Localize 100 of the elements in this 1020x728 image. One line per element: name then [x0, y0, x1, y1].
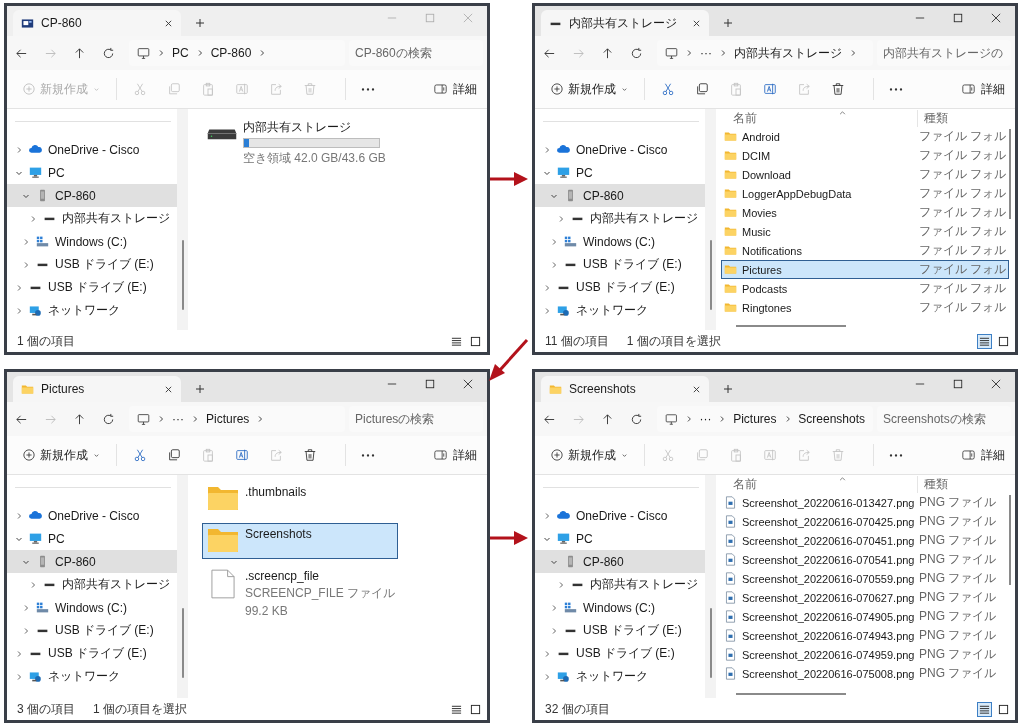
file-row[interactable]: Android ファイル フォル — [721, 127, 1009, 146]
scrollbar[interactable] — [709, 608, 712, 678]
new-tab-icon[interactable] — [195, 384, 205, 394]
chevron-right-icon[interactable] — [22, 603, 30, 612]
chevron-right-icon[interactable] — [543, 283, 551, 292]
file-row[interactable]: Music ファイル フォル — [721, 222, 1009, 241]
close-icon[interactable] — [991, 13, 1001, 23]
tree-item[interactable]: ネットワーク — [7, 665, 177, 688]
breadcrumb[interactable]: CP-860 — [210, 46, 252, 60]
breadcrumb[interactable]: 内部共有ストレージ — [734, 44, 842, 62]
file-row[interactable]: Notifications ファイル フォル — [721, 241, 1009, 260]
file-row[interactable]: Screenshot_20220616-070541.png PNG ファイル — [721, 550, 1009, 569]
up-icon[interactable] — [601, 46, 614, 60]
close-icon[interactable] — [463, 379, 473, 389]
tree-item[interactable]: Windows (C:) — [535, 230, 705, 253]
file-row[interactable]: Podcasts ファイル フォル — [721, 279, 1009, 298]
up-icon[interactable] — [73, 412, 86, 426]
file-row[interactable]: Pictures ファイル フォル — [721, 260, 1009, 279]
scrollbar[interactable] — [1009, 129, 1011, 219]
chevron-right-icon[interactable] — [543, 145, 551, 154]
chevron-right-icon[interactable] — [550, 237, 558, 246]
tab[interactable]: 内部共有ストレージ — [541, 10, 709, 36]
scrollbar[interactable] — [181, 608, 184, 678]
tree-item[interactable]: ネットワーク — [535, 299, 705, 322]
file-row[interactable]: Screenshot_20220616-070451.png PNG ファイル — [721, 531, 1009, 550]
refresh-icon[interactable] — [102, 412, 115, 426]
tree-item[interactable]: CP-860 — [7, 550, 177, 573]
file-row[interactable]: Screenshot_20220616-074943.png PNG ファイル — [721, 626, 1009, 645]
file-tile[interactable]: .screencp_file SCREENCP_FILE ファイル 99.2 KB — [202, 565, 398, 622]
chevron-right-icon[interactable] — [550, 260, 558, 269]
new-button[interactable]: 新規作成 — [547, 442, 632, 468]
file-tile[interactable]: Screenshots — [202, 523, 398, 559]
chevron-right-icon[interactable] — [543, 672, 551, 681]
file-row[interactable]: Screenshot_20220616-075008.png PNG ファイル — [721, 664, 1009, 683]
breadcrumb[interactable]: ··· — [699, 412, 712, 426]
chevron-right-icon[interactable] — [543, 511, 551, 520]
tree-item[interactable]: USB ドライブ (E:) — [535, 253, 705, 276]
new-button[interactable]: 新規作成 — [19, 442, 104, 468]
breadcrumb[interactable]: Screenshots — [798, 412, 865, 426]
file-row[interactable]: Screenshot_20220616-070425.png PNG ファイル — [721, 512, 1009, 531]
tree-item[interactable]: USB ドライブ (E:) — [7, 642, 177, 665]
maximize-icon[interactable] — [953, 13, 963, 23]
close-tab-icon[interactable] — [692, 18, 701, 28]
tree-item[interactable]: USB ドライブ (E:) — [535, 276, 705, 299]
chevron-right-icon[interactable] — [550, 603, 558, 612]
tree-item[interactable]: Windows (C:) — [535, 596, 705, 619]
column-header[interactable]: 種類 — [917, 110, 948, 127]
tree-item[interactable]: USB ドライブ (E:) — [7, 619, 177, 642]
tree-item[interactable]: 内部共有ストレージ — [535, 573, 705, 596]
chevron-right-icon[interactable] — [557, 580, 565, 589]
tree-item[interactable]: PC — [535, 161, 705, 184]
more-icon[interactable] — [360, 452, 376, 458]
close-tab-icon[interactable] — [164, 384, 173, 394]
tree-item[interactable]: 内部共有ストレージ — [535, 207, 705, 230]
chevron-right-icon[interactable] — [557, 214, 565, 223]
refresh-icon[interactable] — [630, 46, 643, 60]
close-tab-icon[interactable] — [692, 384, 701, 394]
tree-item[interactable]: OneDrive - Cisco — [535, 504, 705, 527]
more-icon[interactable] — [888, 452, 904, 458]
details-view-button[interactable] — [977, 333, 992, 349]
details-button[interactable]: 詳細 — [962, 443, 1005, 467]
maximize-icon[interactable] — [953, 379, 963, 389]
chevron-right-icon[interactable] — [15, 649, 23, 658]
chevron-right-icon[interactable] — [550, 626, 558, 635]
file-row[interactable]: Screenshot_20220616-070559.png PNG ファイル — [721, 569, 1009, 588]
tree-item[interactable]: Windows (C:) — [7, 596, 177, 619]
up-icon[interactable] — [601, 412, 614, 426]
breadcrumb[interactable]: ··· — [172, 412, 184, 426]
chevron-right-icon[interactable] — [15, 511, 23, 520]
chevron-right-icon[interactable] — [29, 580, 37, 589]
new-button[interactable]: 新規作成 — [547, 76, 632, 102]
file-row[interactable]: Screenshot_20220616-074905.png PNG ファイル — [721, 607, 1009, 626]
details-view-button[interactable] — [977, 701, 992, 717]
file-row[interactable]: Download ファイル フォル — [721, 165, 1009, 184]
tree-item[interactable]: ネットワーク — [535, 665, 705, 688]
breadcrumb[interactable]: Pictures — [206, 412, 250, 426]
maximize-icon[interactable] — [425, 379, 435, 389]
tree-item[interactable]: OneDrive - Cisco — [535, 138, 705, 161]
tree-item[interactable]: PC — [7, 527, 177, 550]
column-header[interactable]: 種類 — [917, 476, 948, 493]
chevron-right-icon[interactable] — [543, 649, 551, 658]
tab[interactable]: Pictures — [13, 376, 181, 402]
scrollbar[interactable] — [709, 240, 712, 310]
breadcrumb[interactable]: Pictures — [733, 412, 777, 426]
file-row[interactable]: Ringtones ファイル フォル — [721, 298, 1009, 317]
more-icon[interactable] — [888, 86, 904, 92]
chevron-right-icon[interactable] — [543, 306, 551, 315]
tree-item[interactable]: OneDrive - Cisco — [7, 504, 177, 527]
close-icon[interactable] — [991, 379, 1001, 389]
close-tab-icon[interactable] — [164, 18, 173, 28]
file-row[interactable]: Movies ファイル フォル — [721, 203, 1009, 222]
breadcrumb[interactable]: ··· — [700, 46, 712, 60]
chevron-right-icon[interactable] — [22, 626, 30, 635]
tree-item[interactable]: CP-860 — [535, 550, 705, 573]
tree-item[interactable]: CP-860 — [535, 184, 705, 207]
file-row[interactable]: LoggerAppDebugData ファイル フォル — [721, 184, 1009, 203]
new-tab-icon[interactable] — [723, 18, 733, 28]
scrollbar[interactable] — [736, 325, 846, 327]
details-button[interactable]: 詳細 — [962, 77, 1005, 101]
file-row[interactable]: Screenshot_20220616-013427.png PNG ファイル — [721, 493, 1009, 512]
